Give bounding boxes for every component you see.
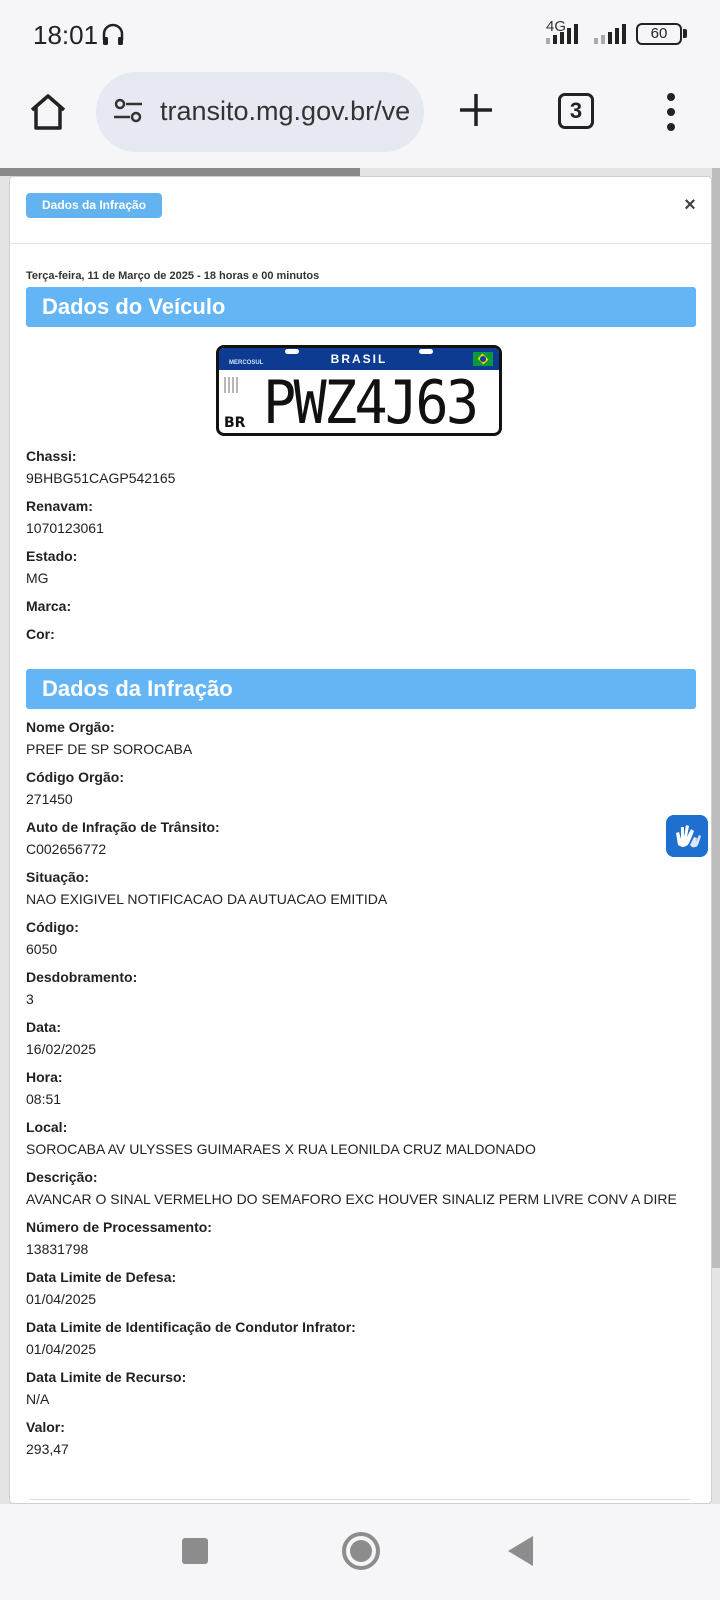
more-options-icon[interactable] [660,90,682,134]
plate-mercosul-logo: MERCOSUL [229,360,264,366]
field-row: Data Limite de Identificação de Condutor… [26,1316,356,1360]
battery-icon: 60 [636,23,682,45]
field-value: 9BHBG51CAGP542165 [26,470,176,486]
field-label: Data Limite de Defesa: [26,1269,177,1285]
field-row: Auto de Infração de Trânsito: C002656772 [26,816,220,860]
plate-clip [285,349,299,354]
vehicle-section-title: Dados do Veículo [26,287,696,327]
address-bar[interactable]: transito.mg.gov.br/ve [96,72,424,152]
battery-cap [683,29,687,38]
date-line: Terça-feira, 11 de Março de 2025 - 18 ho… [26,270,320,282]
field-label: Cor: [26,626,55,642]
field-value: 16/02/2025 [26,1041,97,1057]
field-label: Situação: [26,869,90,885]
field-value: PREF DE SP SOROCABA [26,741,193,757]
field-label: Valor: [26,1419,65,1435]
field-value: 293,47 [26,1441,69,1457]
status-bar: 18:01 4G 60 [0,0,720,68]
infraction-modal: Dados da Infração × Terça-feira, 11 de M… [9,176,712,1504]
field-row: Renavam: 1070123061 [26,495,104,539]
field-label: Descrição: [26,1169,98,1185]
field-label: Marca: [26,598,72,614]
field-label: Auto de Infração de Trânsito: [26,819,220,835]
field-value: MG [26,570,49,586]
field-label: Número de Processamento: [26,1219,212,1235]
back-button[interactable] [508,1536,533,1566]
field-value: SOROCABA AV ULYSSES GUIMARAES X RUA LEON… [26,1141,536,1157]
field-label: Data: [26,1019,62,1035]
field-value: AVANCAR O SINAL VERMELHO DO SEMAFORO EXC… [26,1191,677,1207]
site-settings-icon[interactable] [112,98,144,124]
signal-icon-2 [594,24,626,44]
license-plate: MERCOSUL BRASIL BR PWZ4J63 [216,345,502,436]
field-row: Marca: [26,595,71,617]
home-icon[interactable] [26,90,70,134]
plate-top-bar: MERCOSUL BRASIL [219,348,499,370]
home-button[interactable] [342,1532,380,1570]
field-label: Estado: [26,548,78,564]
field-row: Data: 16/02/2025 [26,1016,96,1060]
background-strip [0,168,360,176]
field-value: 271450 [26,791,73,807]
field-label: Desdobramento: [26,969,138,985]
field-row: Descrição: AVANCAR O SINAL VERMELHO DO SE… [26,1166,677,1210]
headphone-icon [102,23,124,45]
new-tab-icon[interactable] [456,90,496,130]
plate-country: BRASIL [330,352,388,366]
field-row: Estado: MG [26,545,77,589]
modal-divider [30,1499,690,1500]
field-row: Chassi: 9BHBG51CAGP542165 [26,445,175,489]
plate-clip [419,349,433,354]
field-value: 01/04/2025 [26,1291,97,1307]
field-row: Cor: [26,623,55,645]
field-label: Local: [26,1119,68,1135]
recent-apps-button[interactable] [182,1538,208,1564]
plate-number: PWZ4J63 [263,368,479,436]
field-label: Chassi: [26,448,77,464]
plate-br: BR [224,415,246,431]
field-row: Número de Processamento: 13831798 [26,1216,212,1260]
field-value: 3 [26,991,34,1007]
browser-toolbar: transito.mg.gov.br/ve 3 [0,68,720,168]
modal-title-badge: Dados da Infração [26,193,163,218]
field-value: N/A [26,1391,50,1407]
brazil-flag-icon [473,352,493,366]
field-row: Código: 6050 [26,916,79,960]
field-row: Desdobramento: 3 [26,966,137,1010]
url-text[interactable]: transito.mg.gov.br/ve [160,96,410,127]
field-label: Código: [26,919,79,935]
tab-switcher-button[interactable]: 3 [558,93,594,129]
field-value: 01/04/2025 [26,1341,97,1357]
field-row: Situação: NAO EXIGIVEL NOTIFICACAO DA AUT… [26,866,387,910]
field-value: 13831798 [26,1241,89,1257]
field-value: 1070123061 [26,520,104,536]
field-value: NAO EXIGIVEL NOTIFICACAO DA AUTUACAO EMI… [26,891,388,907]
field-value: 6050 [26,941,58,957]
field-row: Hora: 08:51 [26,1066,63,1110]
field-row: Nome Orgão: PREF DE SP SOROCABA [26,716,192,760]
page-scrollbar[interactable] [712,168,720,1268]
qr-code-icon [224,377,240,393]
field-label: Hora: [26,1069,63,1085]
field-label: Data Limite de Recurso: [26,1369,187,1385]
field-row: Valor: 293,47 [26,1416,69,1460]
signal-icon [546,24,578,44]
field-label: Renavam: [26,498,93,514]
close-button[interactable]: × [680,193,700,217]
field-row: Data Limite de Recurso: N/A [26,1366,186,1410]
status-time: 18:01 [33,20,99,50]
field-row: Local: SOROCABA AV ULYSSES GUIMARAES X RU… [26,1116,536,1160]
field-value: 08:51 [26,1091,62,1107]
sign-language-icon[interactable] [666,815,708,857]
infraction-section-title: Dados da Infração [26,669,696,709]
field-row: Data Limite de Defesa: 01/04/2025 [26,1266,176,1310]
field-value: C002656772 [26,841,107,857]
field-label: Código Orgão: [26,769,124,785]
modal-header: Dados da Infração × [10,177,711,244]
field-label: Nome Orgão: [26,719,115,735]
field-row: Código Orgão: 271450 [26,766,124,810]
field-label: Data Limite de Identificação de Condutor… [26,1319,356,1335]
system-nav-bar [0,1504,720,1600]
